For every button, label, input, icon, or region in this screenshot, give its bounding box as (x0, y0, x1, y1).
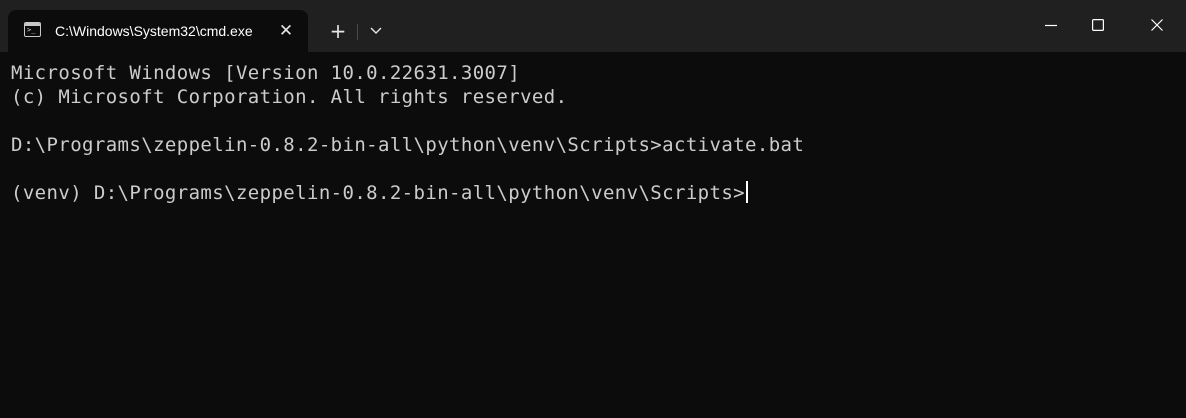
title-bar: >_ C:\Windows\System32\cmd.exe ✕ + (0, 0, 1186, 52)
new-tab-button[interactable]: + (322, 17, 354, 47)
cmd-icon: >_ (24, 22, 41, 37)
console-output[interactable]: Microsoft Windows [Version 10.0.22631.30… (0, 52, 1186, 418)
tab-close-button[interactable]: ✕ (274, 20, 298, 42)
terminal-window: >_ C:\Windows\System32\cmd.exe ✕ + Micro… (0, 0, 1186, 418)
minimize-button[interactable] (1028, 0, 1074, 52)
minimize-icon (1045, 24, 1057, 27)
tab-title: C:\Windows\System32\cmd.exe (55, 23, 253, 39)
console-line: Microsoft Windows [Version 10.0.22631.30… (11, 62, 521, 84)
prompt-text: (venv) D:\Programs\zeppelin-0.8.2-bin-al… (11, 182, 746, 204)
prompt-line[interactable]: (venv) D:\Programs\zeppelin-0.8.2-bin-al… (11, 181, 749, 205)
maximize-button[interactable] (1075, 0, 1121, 52)
console-line: (c) Microsoft Corporation. All rights re… (11, 86, 568, 108)
maximize-icon (1092, 19, 1104, 31)
tab-dropdown-button[interactable] (362, 17, 390, 47)
tab-cmd[interactable]: >_ C:\Windows\System32\cmd.exe ✕ (8, 10, 308, 52)
close-icon (1151, 19, 1163, 31)
tab-divider (357, 24, 358, 40)
console-line: D:\Programs\zeppelin-0.8.2-bin-all\pytho… (11, 134, 805, 156)
close-button[interactable] (1134, 0, 1180, 52)
chevron-down-icon (370, 27, 382, 34)
text-cursor (746, 181, 749, 203)
